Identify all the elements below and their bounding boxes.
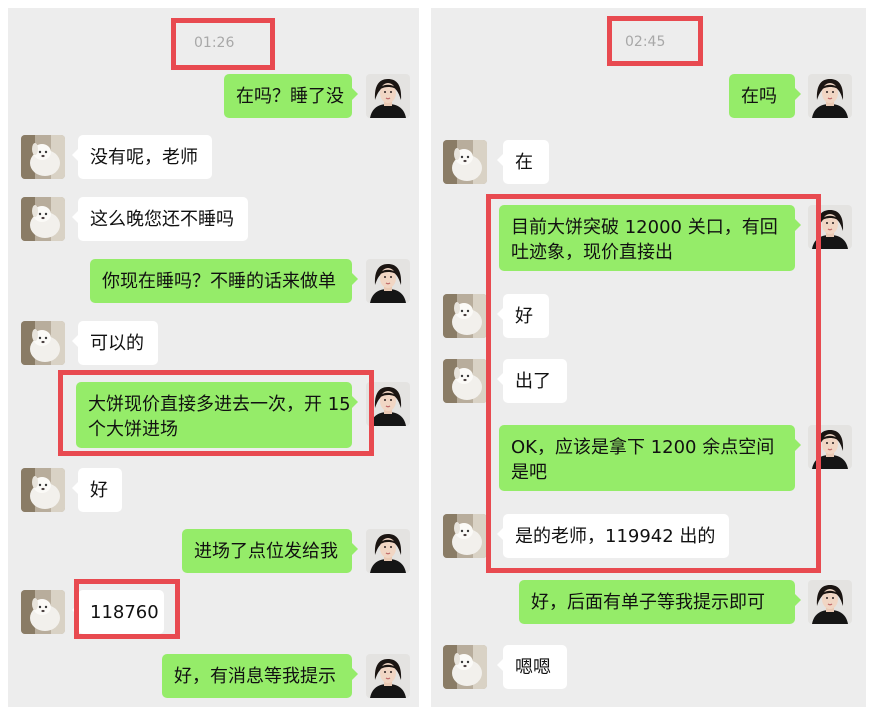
contact-avatar[interactable]: [443, 359, 487, 403]
message-bubble[interactable]: 嗯嗯: [497, 645, 567, 689]
message-bubble[interactable]: 没有呢，老师: [72, 135, 212, 179]
message-bubble[interactable]: 是的老师，119942 出的: [497, 514, 729, 558]
message-bubble[interactable]: OK，应该是拿下 1200 余点空间 是吧: [499, 425, 801, 491]
message-bubble[interactable]: 大饼现价直接多进去一次，开 15 个大饼进场: [76, 382, 358, 448]
message-bubble[interactable]: 可以的: [72, 321, 158, 365]
timestamp: 02:45: [625, 34, 666, 50]
left-chat-panel: 01:26 在吗？睡了没 没有呢，老师 这么晚您还不睡吗 你现在睡吗？不睡的话来…: [8, 8, 419, 707]
message-bubble[interactable]: 你现在睡吗？不睡的话来做单: [90, 259, 358, 303]
contact-avatar[interactable]: [21, 321, 65, 365]
contact-avatar[interactable]: [443, 514, 487, 558]
message-bubble[interactable]: 好，有消息等我提示: [162, 654, 358, 698]
message-bubble[interactable]: 好: [72, 468, 122, 512]
message-bubble[interactable]: 在吗: [729, 74, 801, 118]
message-bubble[interactable]: 在吗？睡了没: [224, 74, 358, 118]
contact-avatar[interactable]: [21, 590, 65, 634]
message-bubble[interactable]: 118760: [72, 590, 164, 634]
timestamp: 01:26: [194, 35, 235, 51]
contact-avatar[interactable]: [21, 135, 65, 179]
right-chat-panel: 02:45 在吗 在 目前大饼突破 12000 关口，有回 吐迹象，现价直接出 …: [431, 8, 866, 707]
self-avatar[interactable]: [366, 654, 410, 698]
self-avatar[interactable]: [808, 580, 852, 624]
message-bubble[interactable]: 进场了点位发给我: [182, 529, 358, 573]
self-avatar[interactable]: [366, 259, 410, 303]
self-avatar[interactable]: [366, 529, 410, 573]
message-bubble[interactable]: 目前大饼突破 12000 关口，有回 吐迹象，现价直接出: [499, 205, 801, 271]
message-bubble[interactable]: 好，后面有单子等我提示即可: [519, 580, 801, 624]
self-avatar[interactable]: [366, 74, 410, 118]
self-avatar[interactable]: [808, 425, 852, 469]
self-avatar[interactable]: [808, 205, 852, 249]
contact-avatar[interactable]: [21, 197, 65, 241]
self-avatar[interactable]: [366, 382, 410, 426]
self-avatar[interactable]: [808, 74, 852, 118]
message-bubble[interactable]: 出了: [497, 359, 567, 403]
contact-avatar[interactable]: [443, 294, 487, 338]
contact-avatar[interactable]: [443, 140, 487, 184]
message-bubble[interactable]: 好: [497, 294, 549, 338]
message-bubble[interactable]: 这么晚您还不睡吗: [72, 197, 248, 241]
message-bubble[interactable]: 在: [497, 140, 549, 184]
contact-avatar[interactable]: [443, 645, 487, 689]
contact-avatar[interactable]: [21, 468, 65, 512]
